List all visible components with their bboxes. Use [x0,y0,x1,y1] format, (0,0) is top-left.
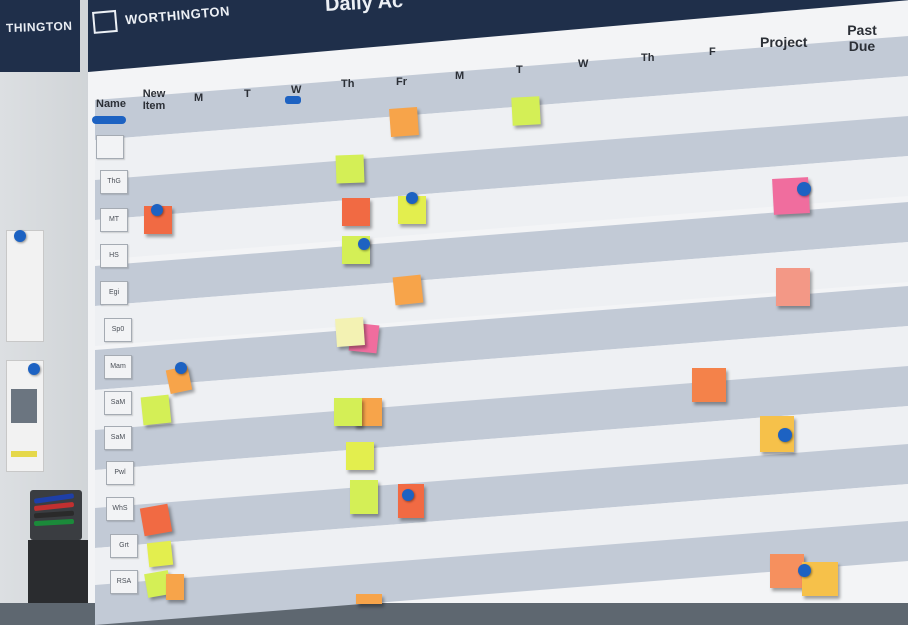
sticky-note[interactable] [511,96,541,126]
name-tag: Grt [110,534,138,558]
sheet-photo [11,389,37,423]
sticky-note[interactable] [346,442,374,470]
sticky-note[interactable] [335,317,365,347]
column-header-past-due: Past Due [847,22,877,54]
sticky-note[interactable] [335,154,365,184]
magnet [151,204,163,216]
marker [33,510,75,519]
column-header-mon: M [194,92,204,104]
name-tag: Mam [104,355,132,379]
sticky-note[interactable] [146,540,174,568]
sticky-note[interactable] [334,398,362,426]
magnet-strip [92,116,126,124]
sticky-note[interactable] [140,394,172,426]
name-tag: SaM [104,391,132,415]
magnet [175,362,187,374]
name-tag: SaM [104,426,132,450]
tray [28,540,88,603]
marker [33,501,75,512]
name-tag [96,135,124,159]
marker [33,518,75,527]
column-header-fri-2: F [709,46,716,58]
name-tag: RSA [110,570,138,594]
name-tag: WhS [106,497,134,521]
sticky-note[interactable] [166,574,184,600]
column-header-tue-2: T [516,64,523,76]
column-header-thu-2: Th [641,52,655,64]
magnet [798,564,811,577]
sticky-note[interactable] [389,107,419,137]
name-tag: HS [100,244,128,268]
brand-mark-icon [92,9,118,34]
posted-sheet [6,360,44,472]
magnet-strip [285,96,301,104]
column-header-project: Project [760,34,808,50]
magnet [28,363,40,375]
marker-holder [30,490,82,540]
column-header-new-item: New Item [142,88,166,112]
magnet [797,182,811,196]
column-header-thu: Th [341,78,355,90]
left-board-logo: THINGTON [5,18,73,36]
magnet [358,238,370,250]
column-header-wed-2: W [578,58,589,70]
column-header-tue: T [244,88,251,100]
column-header-fri: Fr [396,76,407,88]
name-tag: Egi [100,281,128,305]
sticky-note[interactable] [139,503,173,537]
name-tag: MT [100,208,128,232]
sticky-note[interactable] [350,480,378,514]
magnet [406,192,418,204]
posted-sheet [6,230,44,342]
column-header-name: Name [96,98,126,110]
left-board-header: THINGTON [0,0,80,72]
magnet [14,230,26,242]
sticky-note[interactable] [392,274,424,306]
sticky-note[interactable] [692,368,726,402]
magnet [778,428,792,442]
name-tag: Pwl [106,461,134,485]
sheet-strip [11,451,37,457]
sticky-note[interactable] [342,198,370,226]
sticky-note[interactable] [776,268,810,306]
column-header-mon-2: M [455,70,465,82]
magnet [402,489,414,501]
column-header-wed: W [291,84,302,96]
name-tag: Sp0 [104,318,132,342]
name-tag: ThG [100,170,128,194]
